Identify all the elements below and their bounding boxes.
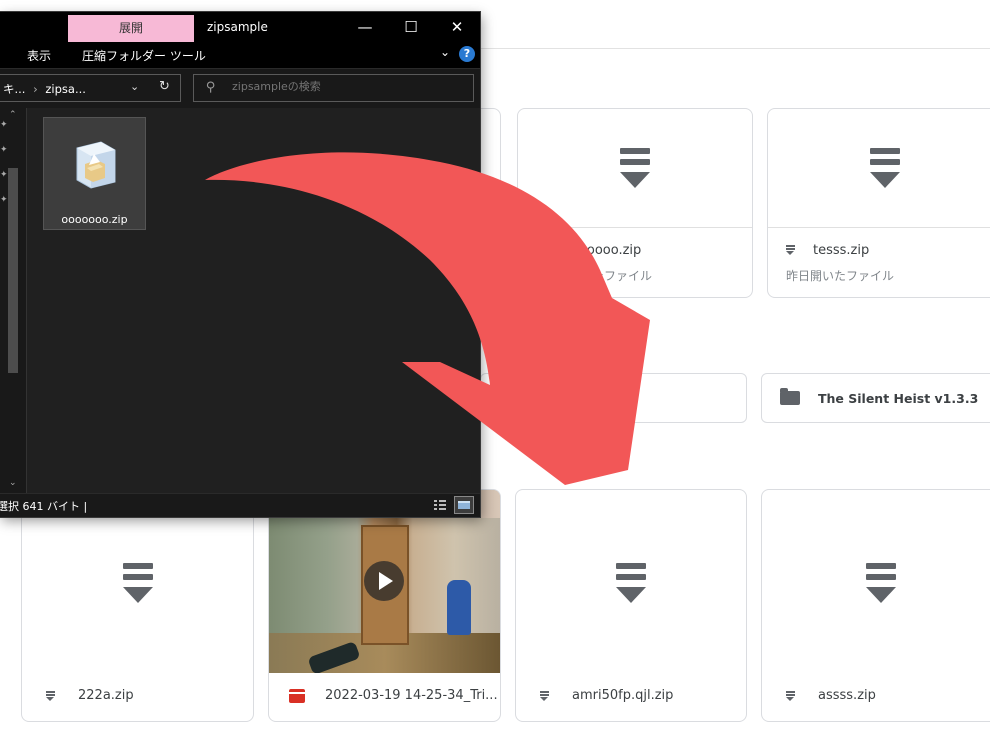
file-activity: 昨日開いたファイル — [786, 269, 895, 283]
pin-icon: ✦ — [0, 145, 8, 155]
zip-file-icon — [866, 563, 896, 603]
zip-small-icon — [540, 691, 549, 701]
folder-icon — [780, 388, 800, 405]
search-icon: ⚲ — [206, 80, 216, 95]
explorer-window: 展開 zipsample — ☐ ✕ 表示 圧縮フォルダー ツール ⌄ ? キ.… — [0, 12, 480, 517]
file-card-video[interactable]: 2022-03-19 14-25-34_Tri... — [268, 489, 501, 722]
file-name: tesss.zip — [813, 243, 870, 258]
window-title: zipsample — [207, 20, 268, 34]
breadcrumb-parent[interactable]: キ... — [3, 82, 25, 96]
zip-file-icon — [870, 148, 900, 188]
movie-file-icon — [289, 689, 305, 703]
details-view-icon[interactable] — [432, 497, 448, 513]
breadcrumb: キ... › zipsa... — [3, 81, 86, 97]
address-bar[interactable]: キ... › zipsa... ⌄ ↻ — [0, 74, 181, 102]
zip-preview — [768, 109, 990, 227]
zip-preview — [518, 109, 752, 227]
file-name: ooooooo.zip — [563, 243, 642, 258]
folder-card-silent-heist[interactable]: The Silent Heist v1.3.3 — [761, 373, 990, 423]
file-list-area[interactable]: ooooooo.zip — [27, 108, 480, 493]
tab-compressed-folder-tools[interactable]: 圧縮フォルダー ツール — [82, 47, 206, 64]
navigation-pane[interactable]: ⌃ ✦ ✦ ✦ ✦ ⌄ — [0, 108, 27, 493]
title-bar: 展開 zipsample — ☐ ✕ — [0, 12, 480, 42]
suggested-card-tesss[interactable]: tesss.zip 昨日開いたファイル — [767, 108, 990, 298]
video-thumbnail — [269, 490, 500, 673]
maximize-button[interactable]: ☐ — [388, 12, 434, 42]
tab-extract-context[interactable]: 展開 — [68, 15, 194, 42]
file-name: 222a.zip — [78, 688, 134, 703]
scroll-down-icon[interactable]: ⌄ — [9, 478, 17, 488]
file-name: assss.zip — [818, 688, 876, 703]
zip-folder-icon — [76, 141, 116, 189]
file-item-zip[interactable]: ooooooo.zip — [43, 117, 146, 230]
ribbon-expand-icon[interactable]: ⌄ — [440, 45, 450, 59]
folder-card-blank[interactable] — [480, 373, 747, 423]
file-card-amri[interactable]: amri50fp.qjl.zip — [515, 489, 747, 722]
file-name: 2022-03-19 14-25-34_Tri... — [325, 688, 498, 703]
play-icon[interactable] — [364, 561, 404, 601]
address-dropdown-icon[interactable]: ⌄ — [130, 80, 139, 93]
tab-view[interactable]: 表示 — [27, 47, 51, 64]
header-divider — [480, 48, 990, 49]
pin-icon: ✦ — [0, 120, 8, 130]
zip-file-icon — [616, 563, 646, 603]
close-button[interactable]: ✕ — [434, 12, 480, 42]
pin-icon: ✦ — [0, 170, 8, 180]
file-name: ooooooo.zip — [61, 213, 128, 226]
file-activity: 日共有したファイル — [544, 269, 653, 283]
zip-file-icon — [620, 148, 650, 188]
breadcrumb-current[interactable]: zipsa... — [45, 82, 86, 96]
scrollbar-thumb[interactable] — [8, 168, 18, 373]
search-input[interactable] — [232, 80, 452, 93]
status-text: 選択 641 バイト | — [0, 500, 88, 513]
file-card-assss[interactable]: assss.zip — [761, 489, 990, 722]
suggested-card-ooooooo[interactable]: ooooooo.zip 日共有したファイル — [517, 108, 753, 298]
folder-name: The Silent Heist v1.3.3 — [818, 391, 979, 406]
file-card-222a[interactable]: 222a.zip — [21, 489, 254, 722]
zip-preview — [22, 490, 253, 670]
status-bar: 選択 641 バイト | — [0, 493, 480, 517]
large-icons-view-icon[interactable] — [454, 496, 474, 514]
zip-small-icon — [786, 691, 795, 701]
refresh-icon[interactable]: ↻ — [159, 79, 170, 94]
ribbon-tabs: 表示 圧縮フォルダー ツール ⌄ ? — [0, 42, 480, 69]
zip-preview — [516, 490, 746, 670]
scroll-up-icon[interactable]: ⌃ — [9, 110, 17, 120]
zip-small-icon — [536, 245, 545, 255]
help-icon[interactable]: ? — [459, 46, 475, 62]
zip-file-icon — [122, 563, 153, 603]
zip-small-icon — [786, 245, 795, 255]
file-name: amri50fp.qjl.zip — [572, 688, 674, 703]
minimize-button[interactable]: — — [342, 12, 388, 42]
breadcrumb-separator-icon: › — [33, 82, 38, 96]
zip-preview — [762, 490, 990, 670]
search-box[interactable]: ⚲ — [193, 74, 474, 102]
pin-icon: ✦ — [0, 195, 8, 205]
zip-small-icon — [46, 691, 55, 701]
